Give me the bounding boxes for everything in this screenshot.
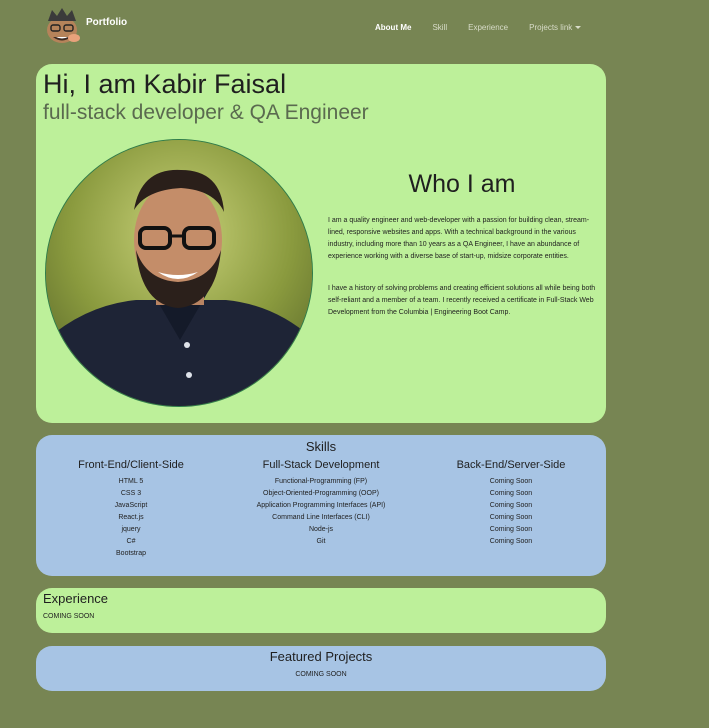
navbar: Portfolio About Me Skill Experience Proj… bbox=[0, 0, 709, 56]
skills-column-full-stack: Full-Stack Development Functional-Progra… bbox=[236, 459, 406, 548]
skill-item: Bootstrap bbox=[116, 550, 146, 557]
hero-subtitle: full-stack developer & QA Engineer bbox=[43, 101, 369, 124]
skills-column-heading: Back-End/Server-Side bbox=[456, 459, 566, 471]
skills-column-heading: Full-Stack Development bbox=[262, 459, 380, 471]
skill-item: Coming Soon bbox=[489, 514, 533, 521]
hero-title: Hi, I am Kabir Faisal bbox=[43, 69, 287, 99]
skill-item: Coming Soon bbox=[489, 478, 533, 485]
who-i-am-heading: Who I am bbox=[408, 170, 516, 198]
skill-item: Coming Soon bbox=[489, 502, 533, 509]
skill-item: Object-Oriented-Programming (OOP) bbox=[263, 490, 379, 497]
skills-title: Skills bbox=[305, 439, 337, 454]
skill-item: Coming Soon bbox=[489, 490, 533, 497]
skill-item: JavaScript bbox=[114, 502, 148, 509]
nav-about-me[interactable]: About Me bbox=[375, 23, 411, 32]
skill-item: Application Programming Interfaces (API) bbox=[256, 502, 386, 509]
nav-experience[interactable]: Experience bbox=[468, 23, 508, 32]
brand-label: Portfolio bbox=[86, 16, 128, 28]
nav-projects-label: Projects link bbox=[529, 23, 573, 32]
skill-item: jquery bbox=[121, 526, 141, 533]
skill-item: Coming Soon bbox=[489, 526, 533, 533]
skill-item: Command Line Interfaces (CLI) bbox=[272, 514, 370, 521]
profile-photo bbox=[45, 139, 313, 407]
skills-card: Skills Front-End/Client-Side HTML 5 CSS … bbox=[36, 435, 606, 576]
nav-links: About Me Skill Experience Projects link bbox=[375, 23, 602, 32]
skill-item: CSS 3 bbox=[120, 490, 142, 497]
experience-title: Experience bbox=[43, 591, 109, 606]
chevron-down-icon bbox=[575, 26, 582, 30]
brand[interactable]: Portfolio bbox=[44, 6, 127, 44]
skill-item: HTML 5 bbox=[118, 478, 144, 485]
nav-projects-dropdown[interactable]: Projects link bbox=[529, 23, 582, 32]
bio-paragraph-1: I am a quality engineer and web-develope… bbox=[328, 217, 590, 260]
projects-text: COMING SOON bbox=[295, 671, 347, 678]
experience-card: Experience COMING SOON bbox=[36, 588, 606, 633]
avatar-icon bbox=[44, 6, 80, 44]
skill-item: Functional-Programming (FP) bbox=[274, 478, 368, 485]
bio-paragraph-2: I have a history of solving problems and… bbox=[328, 285, 596, 316]
skill-item: React.js bbox=[118, 514, 144, 521]
experience-text: COMING SOON bbox=[43, 613, 95, 620]
skill-item: C# bbox=[126, 538, 136, 545]
projects-card: Featured Projects COMING SOON bbox=[36, 646, 606, 691]
skill-item: Git bbox=[316, 538, 326, 545]
skills-column-back-end: Back-End/Server-Side Coming Soon Coming … bbox=[436, 459, 586, 548]
projects-title: Featured Projects bbox=[269, 649, 373, 664]
skills-column-heading: Front-End/Client-Side bbox=[78, 459, 184, 471]
skill-item: Node-js bbox=[308, 526, 334, 533]
skills-column-front-end: Front-End/Client-Side HTML 5 CSS 3 JavaS… bbox=[56, 459, 206, 560]
nav-skill[interactable]: Skill bbox=[432, 23, 447, 32]
skill-item: Coming Soon bbox=[489, 538, 533, 545]
about-card: Hi, I am Kabir Faisal full-stack develop… bbox=[36, 64, 606, 423]
